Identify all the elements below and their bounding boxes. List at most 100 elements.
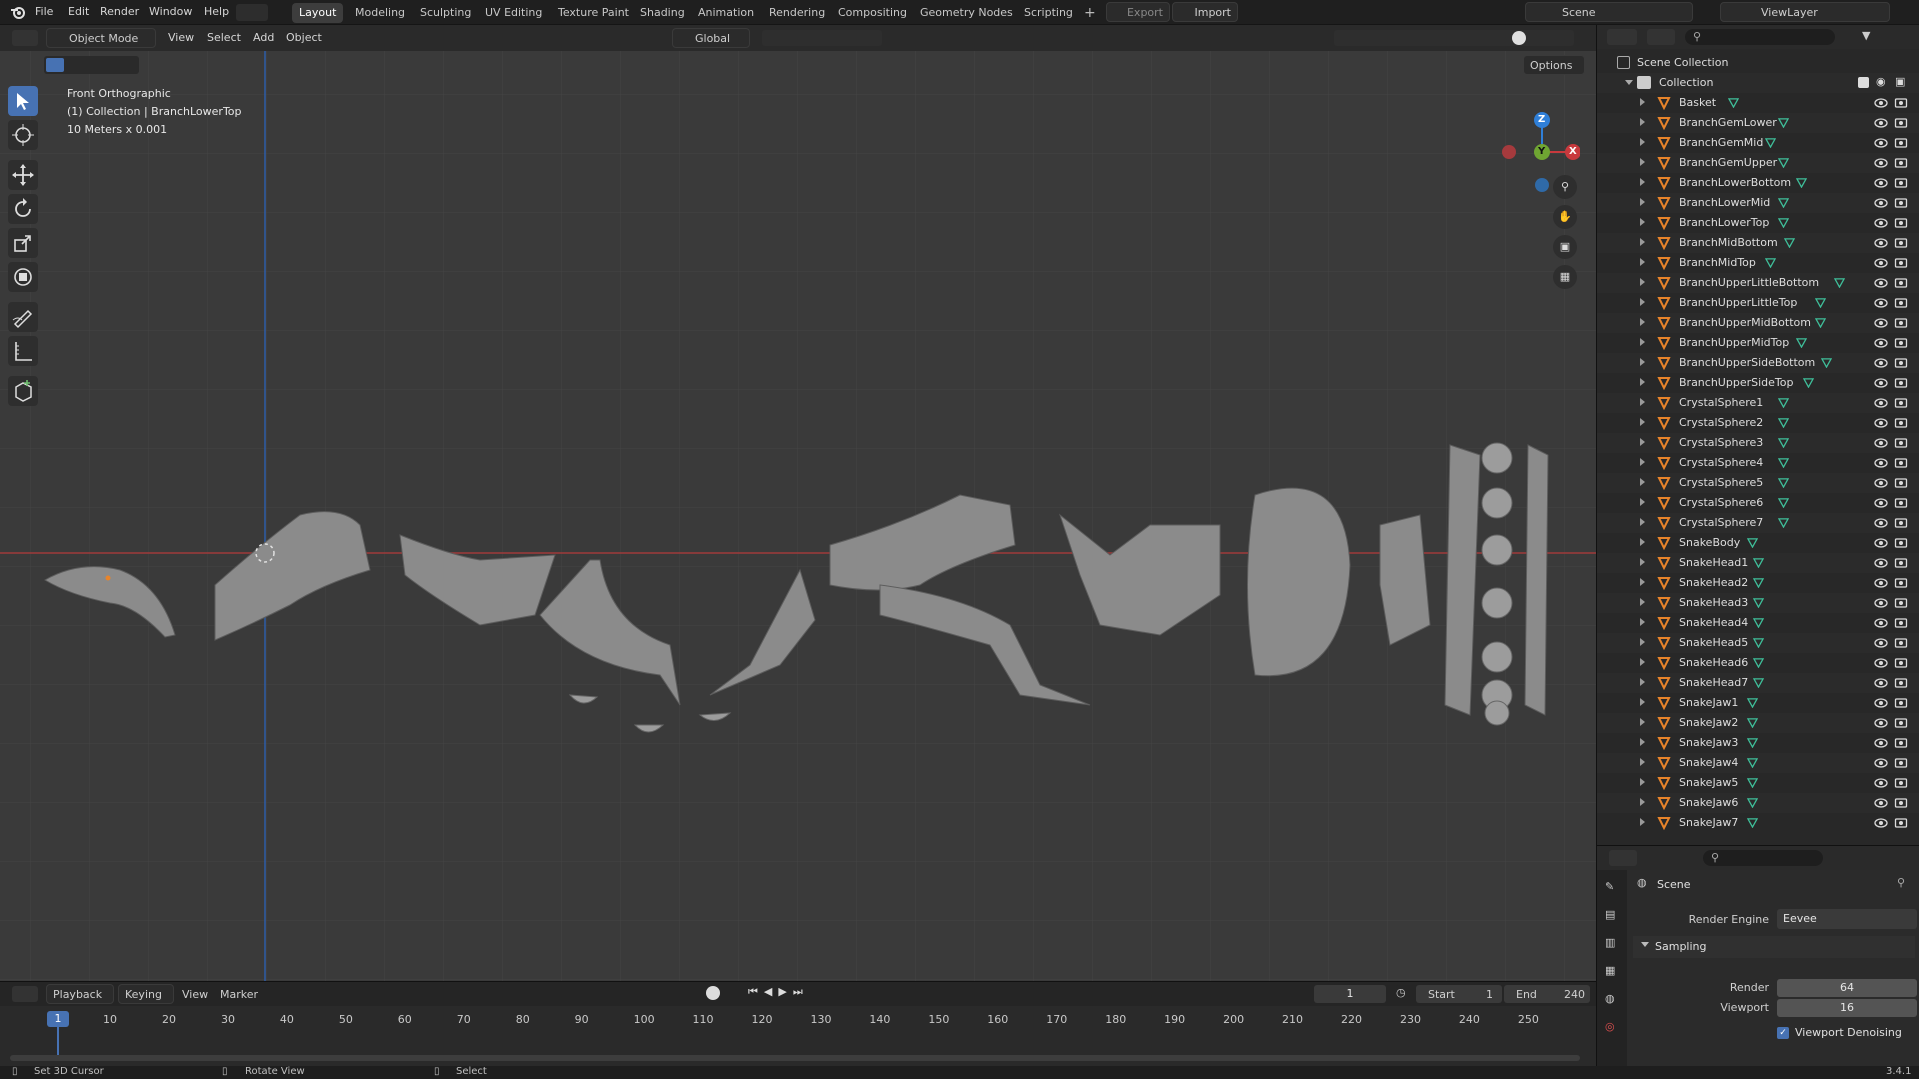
outliner-object-row[interactable]: SnakeJaw5 xyxy=(1597,773,1919,793)
outliner-object-row[interactable]: SnakeJaw6 xyxy=(1597,793,1919,813)
outliner-editor-icon[interactable] xyxy=(1607,29,1637,45)
outliner-object-row[interactable]: SnakeHead4 xyxy=(1597,613,1919,633)
playback-menu[interactable]: Playback xyxy=(46,984,114,1004)
expand-icon[interactable] xyxy=(1625,80,1633,85)
outliner-object-row[interactable]: SnakeJaw4 xyxy=(1597,753,1919,773)
mesh-data-icon[interactable] xyxy=(1777,477,1789,488)
mesh-data-icon[interactable] xyxy=(1753,597,1764,608)
record-icon[interactable] xyxy=(706,986,720,1000)
visibility-eye-icon[interactable] xyxy=(1874,376,1888,390)
render-camera-icon[interactable] xyxy=(1894,96,1908,110)
render-camera-icon[interactable] xyxy=(1894,336,1908,350)
outliner-object-row[interactable]: BranchLowerTop xyxy=(1597,213,1919,233)
mesh-data-icon[interactable] xyxy=(1833,277,1845,288)
expand-icon[interactable] xyxy=(1640,178,1645,186)
view-layer-tab-icon[interactable]: ▦ xyxy=(1605,964,1615,977)
outliner-object-row[interactable]: CrystalSphere1 xyxy=(1597,393,1919,413)
expand-icon[interactable] xyxy=(1640,138,1645,146)
marker-menu[interactable]: Marker xyxy=(220,988,258,1001)
render-camera-icon[interactable] xyxy=(1894,156,1908,170)
render-camera-icon[interactable] xyxy=(1894,256,1908,270)
outliner-object-row[interactable]: SnakeHead2 xyxy=(1597,573,1919,593)
export-button[interactable]: Export xyxy=(1106,2,1170,22)
timeline-scrollbar[interactable] xyxy=(10,1055,1580,1061)
tab-animation[interactable]: Animation xyxy=(691,3,761,23)
render-camera-icon[interactable] xyxy=(1894,756,1908,770)
render-camera-icon[interactable] xyxy=(1894,296,1908,310)
playhead-frame[interactable]: 1 xyxy=(47,1011,69,1027)
visibility-eye-icon[interactable] xyxy=(1874,416,1888,430)
expand-icon[interactable] xyxy=(1640,498,1645,506)
visibility-eye-icon[interactable] xyxy=(1874,496,1888,510)
mesh-data-icon[interactable] xyxy=(1777,397,1789,408)
visibility-eye-icon[interactable] xyxy=(1874,156,1888,170)
visibility-eye-icon[interactable] xyxy=(1874,136,1888,150)
render-camera-icon[interactable] xyxy=(1894,116,1908,130)
collapse-icon[interactable] xyxy=(1641,942,1649,947)
render-camera-icon[interactable] xyxy=(1894,696,1908,710)
visibility-eye-icon[interactable] xyxy=(1874,476,1888,490)
visibility-eye-icon[interactable] xyxy=(1874,336,1888,350)
camera-icon[interactable]: ▣ xyxy=(1895,75,1905,88)
ortho-grid-icon[interactable]: ▦ xyxy=(1553,265,1577,289)
mesh-data-icon[interactable] xyxy=(1765,137,1777,148)
import-button[interactable]: Import xyxy=(1172,2,1238,22)
cursor-tool[interactable] xyxy=(8,120,38,150)
tab-geometry-nodes[interactable]: Geometry Nodes xyxy=(913,3,1020,23)
mesh-data-icon[interactable] xyxy=(1777,157,1789,168)
render-camera-icon[interactable] xyxy=(1894,596,1908,610)
output-tab-icon[interactable]: ▥ xyxy=(1605,936,1615,949)
render-camera-icon[interactable] xyxy=(1894,316,1908,330)
menu-file[interactable]: File xyxy=(35,5,53,18)
expand-icon[interactable] xyxy=(1640,658,1645,666)
render-camera-icon[interactable] xyxy=(1894,536,1908,550)
visibility-eye-icon[interactable] xyxy=(1874,216,1888,230)
filter-icon[interactable]: ▼ xyxy=(1862,29,1884,45)
timeline-editor-icon[interactable] xyxy=(12,986,38,1002)
mesh-data-icon[interactable] xyxy=(1746,817,1758,828)
outliner-object-row[interactable]: SnakeJaw3 xyxy=(1597,733,1919,753)
visibility-eye-icon[interactable] xyxy=(1874,656,1888,670)
exclude-checkbox[interactable] xyxy=(1858,77,1869,88)
render-samples-field[interactable]: 64 xyxy=(1777,979,1917,997)
move-tool[interactable] xyxy=(8,160,38,190)
mesh-data-icon[interactable] xyxy=(1802,377,1814,388)
editor-type-icon[interactable] xyxy=(12,30,38,46)
expand-icon[interactable] xyxy=(1640,478,1645,486)
zoom-icon[interactable]: ⚲ xyxy=(1553,175,1577,199)
render-camera-icon[interactable] xyxy=(1894,776,1908,790)
visibility-eye-icon[interactable] xyxy=(1874,296,1888,310)
tab-layout[interactable]: Layout xyxy=(292,3,344,23)
add-workspace-icon[interactable]: + xyxy=(1084,5,1096,21)
rotate-tool[interactable] xyxy=(8,194,38,224)
mesh-data-icon[interactable] xyxy=(1753,677,1764,688)
mesh-data-icon[interactable] xyxy=(1746,737,1758,748)
mesh-data-icon[interactable] xyxy=(1796,337,1808,348)
expand-icon[interactable] xyxy=(1640,718,1645,726)
visibility-eye-icon[interactable] xyxy=(1874,556,1888,570)
visibility-eye-icon[interactable] xyxy=(1874,276,1888,290)
render-camera-icon[interactable] xyxy=(1894,576,1908,590)
menu-render[interactable]: Render xyxy=(100,5,139,18)
visibility-eye-icon[interactable] xyxy=(1874,696,1888,710)
menu-view[interactable]: View xyxy=(168,31,194,44)
expand-icon[interactable] xyxy=(1640,198,1645,206)
outliner-object-row[interactable]: BranchGemLower xyxy=(1597,113,1919,133)
camera-view-icon[interactable]: ▣ xyxy=(1553,235,1577,259)
outliner-object-row[interactable]: BranchUpperMidTop xyxy=(1597,333,1919,353)
visibility-eye-icon[interactable] xyxy=(1874,356,1888,370)
eye-icon[interactable]: ◉ xyxy=(1876,75,1886,88)
expand-icon[interactable] xyxy=(1640,258,1645,266)
menu-edit[interactable]: Edit xyxy=(68,5,89,18)
transform-tool[interactable] xyxy=(8,262,38,292)
scene-tab-icon[interactable]: ◍ xyxy=(1605,992,1615,1005)
expand-icon[interactable] xyxy=(1640,238,1645,246)
mesh-data-icon[interactable] xyxy=(1784,237,1795,248)
measure-tool[interactable] xyxy=(8,336,38,366)
outliner-object-row[interactable]: BranchLowerBottom xyxy=(1597,173,1919,193)
visibility-eye-icon[interactable] xyxy=(1874,576,1888,590)
mesh-data-icon[interactable] xyxy=(1746,537,1758,548)
options-dropdown[interactable]: Options xyxy=(1523,55,1585,75)
visibility-eye-icon[interactable] xyxy=(1874,536,1888,550)
outliner-object-row[interactable]: BranchLowerMid xyxy=(1597,193,1919,213)
